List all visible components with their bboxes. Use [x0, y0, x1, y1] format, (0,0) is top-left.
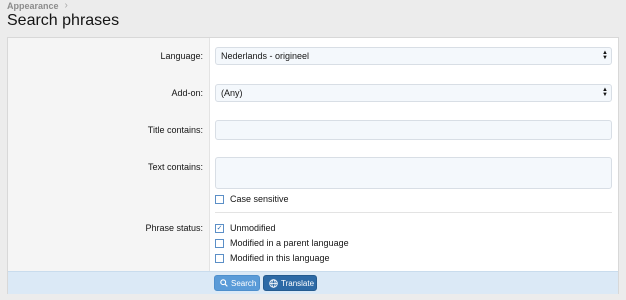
addon-select[interactable]: (Any) ▲ ▼ — [215, 84, 612, 102]
translate-button-label: Translate — [281, 278, 315, 288]
phrase-status-label: Phrase status: — [145, 223, 203, 233]
title-contains-label: Title contains: — [147, 125, 203, 135]
select-arrows-icon: ▲ ▼ — [602, 50, 608, 61]
search-icon — [220, 279, 228, 287]
addon-label: Add-on: — [171, 88, 203, 98]
checkbox-icon — [215, 238, 224, 248]
select-arrows-icon: ▲ ▼ — [602, 87, 608, 98]
globe-icon — [269, 278, 278, 288]
language-select[interactable]: Nederlands - origineel ▲ ▼ — [215, 47, 612, 65]
addon-select-value: (Any) — [221, 88, 243, 98]
unmodified-checkbox[interactable]: ✓ Unmodified — [215, 223, 276, 233]
chevron-right-icon: › — [64, 0, 68, 11]
modified-this-label: Modified in this language — [230, 253, 330, 263]
search-button[interactable]: Search — [214, 275, 260, 291]
page-title: Search phrases — [7, 12, 120, 29]
title-contains-input[interactable] — [215, 120, 612, 140]
checkbox-icon — [215, 253, 224, 263]
translate-button[interactable]: Translate — [263, 275, 317, 291]
case-sensitive-label: Case sensitive — [230, 194, 289, 204]
language-select-value: Nederlands - origineel — [221, 51, 310, 61]
search-form-panel: Language: Nederlands - origineel ▲ ▼ Add-… — [7, 37, 619, 294]
text-contains-textarea[interactable] — [215, 157, 612, 189]
divider — [215, 212, 612, 213]
checkmark-icon: ✓ — [215, 223, 224, 233]
checkbox-icon — [215, 194, 224, 204]
modified-parent-checkbox[interactable]: Modified in a parent language — [215, 238, 349, 248]
label-column — [8, 38, 210, 271]
breadcrumb-item-appearance[interactable]: Appearance — [7, 1, 59, 11]
case-sensitive-checkbox[interactable]: Case sensitive — [215, 194, 289, 204]
breadcrumb: Appearance › — [7, 0, 68, 11]
unmodified-label: Unmodified — [230, 223, 276, 233]
modified-this-checkbox[interactable]: Modified in this language — [215, 253, 330, 263]
language-label: Language: — [160, 51, 203, 61]
search-button-label: Search — [231, 278, 257, 288]
text-contains-label: Text contains: — [147, 162, 203, 172]
modified-parent-label: Modified in a parent language — [230, 238, 349, 248]
